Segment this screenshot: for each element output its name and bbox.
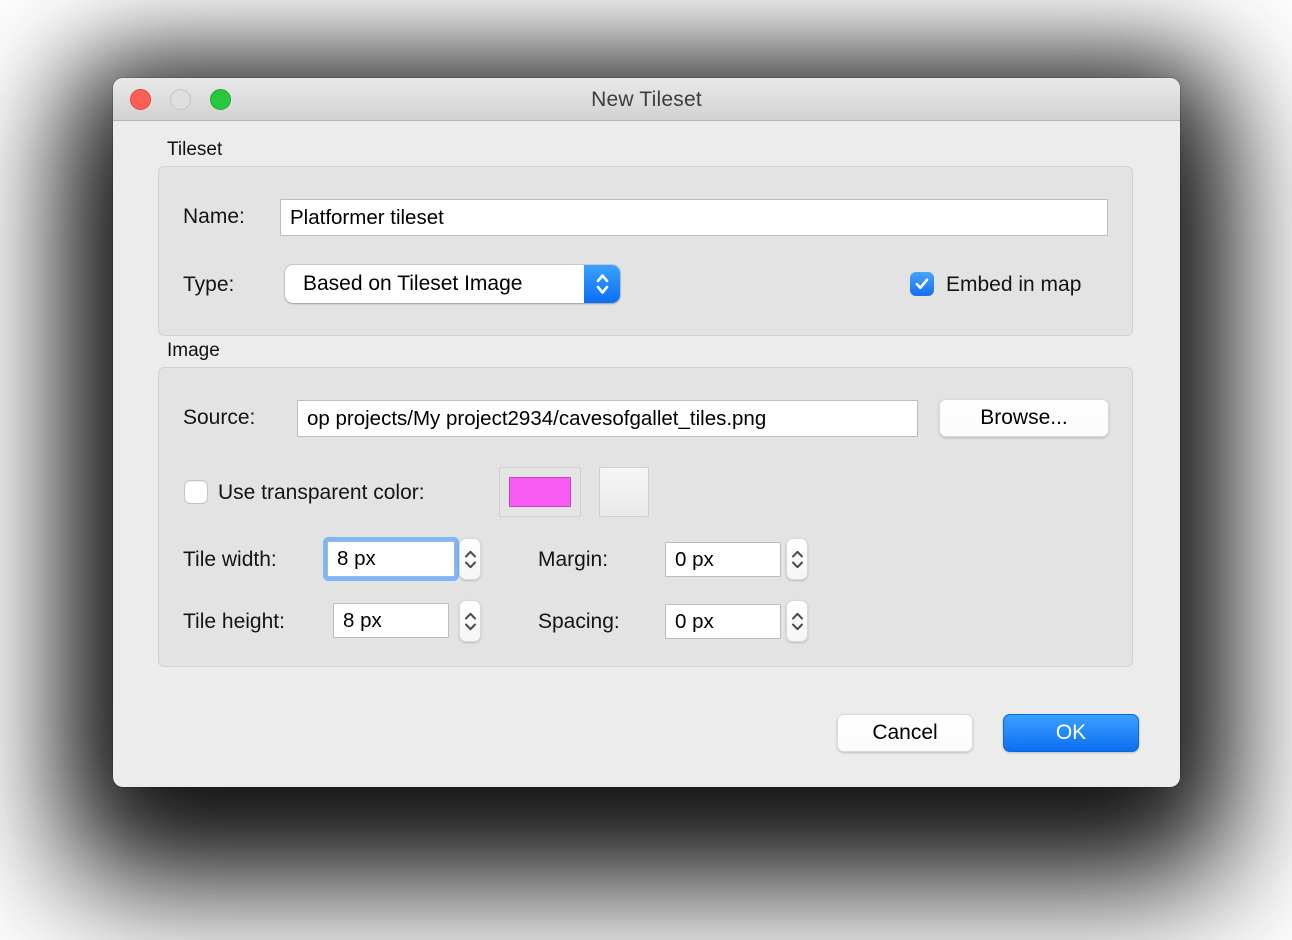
window-title: New Tileset: [113, 78, 1180, 121]
ok-button[interactable]: OK: [1003, 714, 1139, 752]
cancel-button-label: Cancel: [872, 721, 937, 745]
browse-button[interactable]: Browse...: [939, 399, 1109, 437]
zoom-button[interactable]: [210, 89, 231, 110]
source-label: Source:: [183, 406, 255, 430]
checkmark-icon: [914, 277, 930, 291]
type-label: Type:: [183, 273, 234, 297]
use-transparent-color-label: Use transparent color:: [218, 481, 425, 505]
transparent-color-swatch[interactable]: [499, 467, 581, 517]
spacing-input[interactable]: [665, 604, 781, 639]
tileset-groupbox: [158, 166, 1133, 336]
chevron-down-icon: [791, 561, 804, 569]
chevron-down-icon: [464, 561, 477, 569]
image-group-label: Image: [167, 340, 220, 362]
color-swatch-fill: [509, 477, 571, 507]
minimize-button[interactable]: [170, 89, 191, 110]
tile-width-label: Tile width:: [183, 548, 277, 572]
chevron-up-icon: [791, 550, 804, 558]
chevron-down-icon: [791, 623, 804, 631]
color-picker-button[interactable]: [599, 467, 649, 517]
margin-label: Margin:: [538, 548, 608, 572]
tile-width-input[interactable]: [327, 541, 455, 577]
source-input[interactable]: [297, 400, 918, 437]
type-dropdown[interactable]: Based on Tileset Image: [285, 265, 620, 303]
new-tileset-dialog: New Tileset Tileset Name: Type: Based on…: [113, 78, 1180, 787]
tile-width-stepper[interactable]: [459, 538, 481, 580]
chevron-up-icon: [791, 612, 804, 620]
browse-button-label: Browse...: [980, 406, 1068, 430]
embed-in-map-label: Embed in map: [946, 273, 1081, 297]
type-dropdown-value: Based on Tileset Image: [303, 265, 522, 303]
title-bar: New Tileset: [113, 78, 1180, 121]
chevron-down-icon: [464, 623, 477, 631]
margin-input[interactable]: [665, 542, 781, 577]
embed-in-map-checkbox[interactable]: [910, 272, 934, 296]
chevron-up-down-icon: [584, 265, 620, 303]
spacing-label: Spacing:: [538, 610, 620, 634]
ok-button-label: OK: [1056, 721, 1086, 745]
close-button[interactable]: [130, 89, 151, 110]
tile-height-stepper[interactable]: [459, 600, 481, 642]
name-input[interactable]: [280, 199, 1108, 236]
chevron-up-icon: [464, 612, 477, 620]
chevron-up-icon: [464, 550, 477, 558]
tile-height-input[interactable]: [333, 603, 449, 638]
use-transparent-color-checkbox[interactable]: [184, 480, 208, 504]
spacing-stepper[interactable]: [786, 600, 808, 642]
name-label: Name:: [183, 205, 245, 229]
tile-height-label: Tile height:: [183, 610, 285, 634]
cancel-button[interactable]: Cancel: [837, 714, 973, 752]
tileset-group-label: Tileset: [167, 139, 222, 161]
margin-stepper[interactable]: [786, 538, 808, 580]
